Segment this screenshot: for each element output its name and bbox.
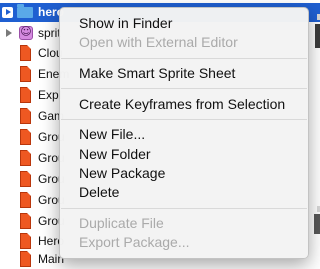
menu-item-delete[interactable]: Delete [60,183,308,202]
file-icon [20,171,31,187]
file-icon [20,251,31,267]
file-icon [20,192,31,208]
file-icon [20,233,31,249]
folder-icon [17,4,33,18]
menu-item-export-package: Export Package... [79,234,190,250]
menu-separator [61,58,307,59]
menu-separator [61,208,307,209]
menu-item-new-package[interactable]: New Package [60,164,308,183]
menu-separator [61,88,307,89]
menu-item-show-in-finder[interactable]: Show in Finder [60,14,308,33]
panel-edge-tab[interactable] [315,24,320,48]
menu-item-duplicate-file: Duplicate File [79,215,164,231]
file-icon [20,129,31,145]
file-icon [20,87,31,103]
menu-item-create-keyframes-from-selection[interactable]: Create Keyframes from Selection [60,95,308,114]
disclosure-triangle-icon[interactable] [6,29,12,37]
file-icon [20,213,31,229]
panel-edge-tab[interactable] [314,214,320,234]
context-menu: Show in Finder Open with External Editor… [59,7,309,259]
file-icon [20,45,31,61]
disclosure-arrow-icon[interactable] [2,7,13,18]
menu-separator [61,119,307,120]
menu-item-new-folder[interactable]: New Folder [60,145,308,164]
file-icon [20,150,31,166]
sprite-icon [19,25,33,40]
file-icon [20,66,31,82]
menu-item-make-smart-sprite-sheet[interactable]: Make Smart Sprite Sheet [60,64,308,83]
tree-row-label: Expl [38,88,62,102]
menu-item-open-with-external-editor: Open with External Editor [79,34,238,50]
tree-row-label: sprit [38,26,61,40]
file-icon [20,108,31,124]
menu-item-new-file[interactable]: New File... [60,125,308,144]
